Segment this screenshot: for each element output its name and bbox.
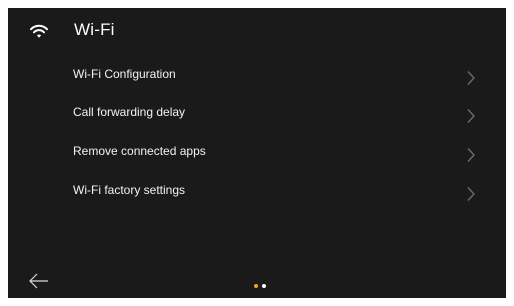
chevron-right-icon — [467, 109, 475, 123]
menu-item-label: Wi-Fi factory settings — [73, 183, 186, 197]
page-title: Wi-Fi — [74, 20, 115, 39]
chevron-right-icon — [467, 148, 475, 162]
wifi-icon — [30, 24, 48, 38]
header: Wi-Fi — [8, 8, 506, 54]
menu-item-call-forwarding-delay[interactable]: Call forwarding delay — [8, 94, 506, 132]
menu-item-wifi-factory-settings[interactable]: Wi-Fi factory settings — [8, 172, 506, 210]
menu-item-wifi-configuration[interactable]: Wi-Fi Configuration — [8, 56, 506, 94]
wifi-settings-screen: Wi-Fi Wi-Fi Configuration Call forwardin… — [8, 8, 506, 298]
menu-item-label: Remove connected apps — [73, 144, 206, 158]
chevron-right-icon — [467, 187, 475, 201]
page-dot-active — [254, 284, 258, 288]
chevron-right-icon — [467, 71, 475, 85]
page-dot-inactive — [262, 284, 266, 288]
page-indicator — [252, 284, 272, 290]
menu-item-label: Call forwarding delay — [73, 105, 186, 119]
back-arrow-icon[interactable] — [28, 272, 50, 290]
menu-item-remove-connected-apps[interactable]: Remove connected apps — [8, 133, 506, 171]
menu-item-label: Wi-Fi Configuration — [73, 67, 176, 81]
